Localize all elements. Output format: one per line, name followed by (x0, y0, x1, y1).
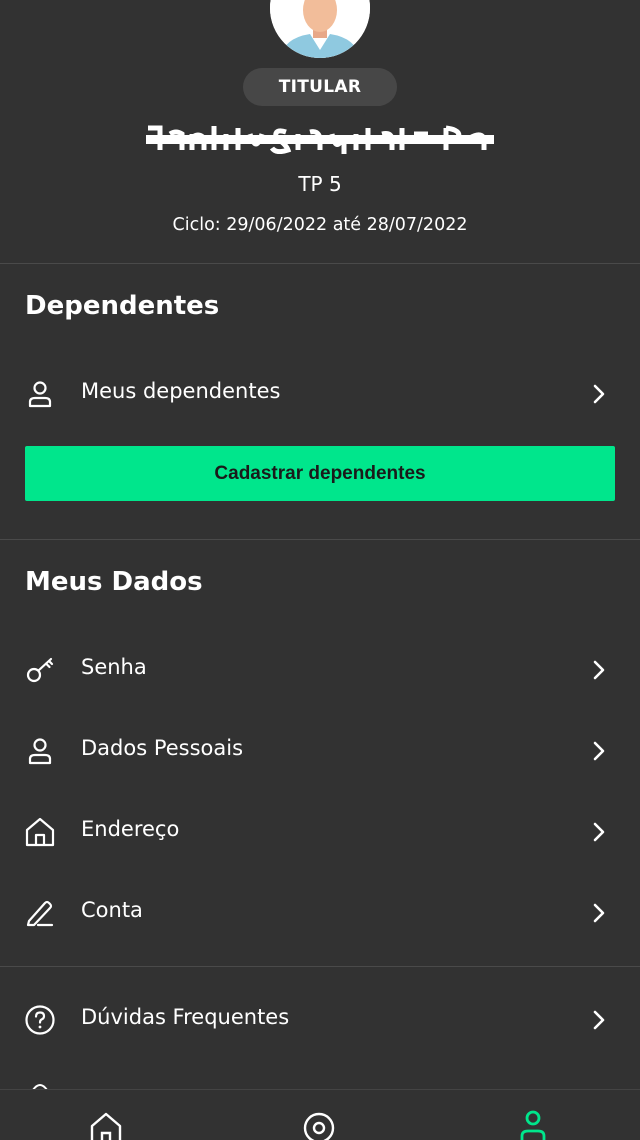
meus-dependentes-row[interactable]: Meus dependentes (0, 362, 640, 422)
chevron-right-icon (593, 384, 605, 404)
chevron-right-icon (593, 660, 605, 680)
meus-dependentes-label: Meus dependentes (81, 379, 281, 403)
home-icon (25, 817, 55, 847)
avatar[interactable] (270, 0, 370, 58)
dependentes-title: Dependentes (25, 291, 220, 321)
register-dependents-button[interactable]: Cadastrar dependentes (25, 446, 615, 501)
chevron-right-icon (593, 903, 605, 923)
help-circle-icon (25, 1005, 55, 1035)
billing-cycle: Ciclo: 29/06/2022 até 28/07/2022 (172, 215, 468, 235)
user-icon (28, 738, 52, 765)
tab-target-icon[interactable] (299, 1108, 339, 1140)
endereco-row[interactable]: Endereço (0, 800, 640, 860)
dados-pessoais-label: Dados Pessoais (81, 736, 244, 760)
tab-profile-icon[interactable] (513, 1108, 553, 1140)
meus-dados-title: Meus Dados (25, 567, 203, 597)
redacted-name (146, 125, 494, 154)
bottom-tab-bar (0, 1089, 640, 1140)
senha-row[interactable]: Senha (0, 638, 640, 698)
conta-row[interactable]: Conta (0, 881, 640, 941)
dados-pessoais-row[interactable]: Dados Pessoais (0, 719, 640, 779)
pencil-icon (26, 900, 54, 927)
duvidas-frequentes-label: Dúvidas Frequentes (81, 1005, 290, 1029)
divider (0, 966, 640, 967)
chevron-right-icon (593, 741, 605, 761)
titular-badge: TITULAR (243, 68, 397, 106)
plan-name: TP 5 (298, 172, 342, 196)
senha-label: Senha (81, 655, 147, 679)
duvidas-frequentes-row[interactable]: Dúvidas Frequentes (0, 988, 640, 1048)
divider (0, 263, 640, 264)
chevron-right-icon (593, 822, 605, 842)
conta-label: Conta (81, 898, 143, 922)
key-icon (26, 657, 54, 683)
profile-header: TITULAR TP 5 Ciclo: 29/06/2022 até 28/07… (0, 0, 640, 263)
divider (0, 539, 640, 540)
tab-home-icon[interactable] (86, 1108, 126, 1140)
endereco-label: Endereço (81, 817, 180, 841)
avatar-illustration (270, 0, 370, 58)
user-icon (28, 381, 52, 408)
chevron-right-icon (593, 1010, 605, 1030)
